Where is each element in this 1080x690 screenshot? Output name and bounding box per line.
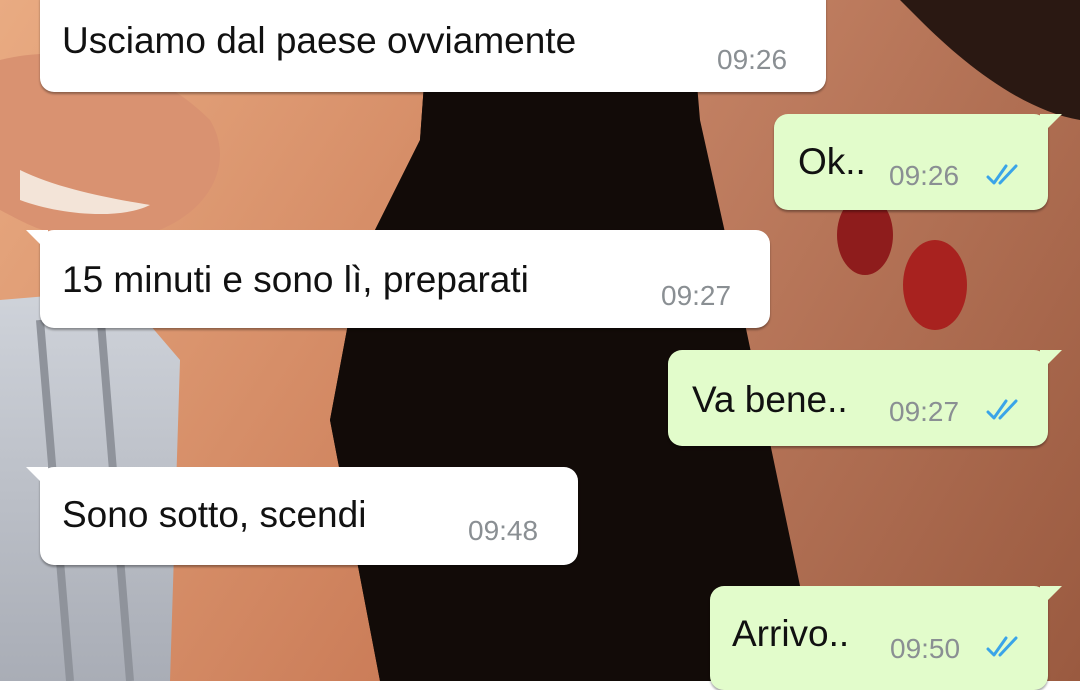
message-text: Ok..	[798, 141, 866, 182]
message-text: 15 minuti e sono lì, preparati	[62, 259, 529, 300]
message-text: Sono sotto, scendi	[62, 494, 367, 535]
message-bubble-incoming[interactable]: 15 minuti e sono lì, preparati 09:27	[26, 230, 770, 328]
message-bubble-incoming[interactable]: Usciamo dal paese ovviamente 09:26	[40, 0, 826, 92]
message-text: Va bene..	[692, 379, 848, 420]
message-bubble-outgoing[interactable]: Va bene.. 09:27	[668, 350, 1062, 446]
message-text: Usciamo dal paese ovviamente	[62, 20, 577, 61]
message-timestamp: 09:26	[717, 44, 788, 75]
message-bubble-incoming[interactable]: Sono sotto, scendi 09:48	[26, 467, 578, 565]
bubble-tail-icon	[1040, 586, 1062, 608]
bubble-tail-icon	[1040, 114, 1062, 136]
message-bubble-outgoing[interactable]: Ok.. 09:26	[774, 114, 1062, 210]
bubble-tail-icon	[1040, 350, 1062, 372]
message-timestamp: 09:27	[889, 396, 960, 427]
double-check-icon	[986, 636, 1018, 657]
double-check-icon	[986, 399, 1018, 420]
message-timestamp: 09:50	[890, 633, 961, 664]
bubble-tail-icon	[26, 467, 48, 489]
message-timestamp: 09:26	[889, 160, 960, 191]
message-bubble-outgoing[interactable]: Arrivo.. 09:50	[710, 586, 1062, 690]
message-text: Arrivo..	[732, 613, 850, 654]
bubble-tail-icon	[26, 230, 48, 252]
message-timestamp: 09:48	[468, 515, 539, 546]
message-timestamp: 09:27	[661, 280, 732, 311]
double-check-icon	[986, 164, 1018, 185]
chat-wallpaper	[0, 0, 1080, 681]
